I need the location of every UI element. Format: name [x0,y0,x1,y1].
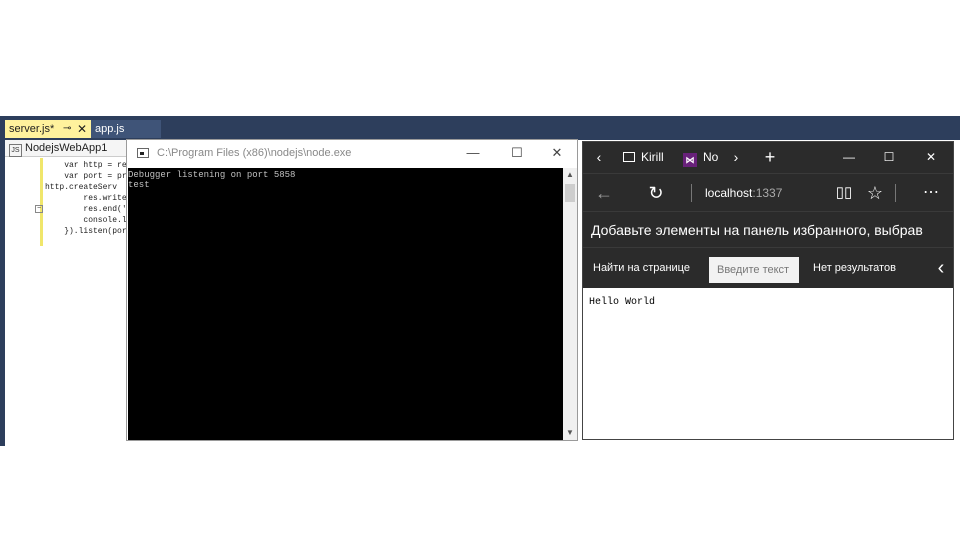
project-name: NodejsWebApp1 [25,142,108,154]
console-line: test [128,180,150,190]
minimize-button[interactable]: — [839,142,859,173]
close-tab-icon[interactable]: ✕ [77,120,87,138]
url-port: :1337 [752,186,783,200]
tab-label: server.js* [9,123,55,135]
project-dropdown[interactable]: JS NodejsWebApp1 [5,140,130,157]
close-button[interactable]: ✕ [547,144,567,162]
browser-tab-bar: ‹ Kirill ⋈ No › + — ☐ ✕ [583,142,953,173]
new-tab-button[interactable]: + [760,142,780,173]
favorite-star-icon[interactable]: ☆ [863,174,887,212]
address-bar: ← ↻ localhost:1337 ▯▯ ☆ ⋯ [583,173,953,211]
tabs-forward-icon[interactable]: › [728,142,744,173]
console-output[interactable]: Debugger listening on port 5858 test [128,168,564,440]
page-content: Hello World [583,288,953,439]
find-input[interactable] [709,257,799,283]
tab-kirill[interactable]: Kirill [623,142,664,173]
tab-app-js[interactable]: app.js [91,120,161,138]
find-result: Нет результатов [813,262,896,274]
collapse-icon[interactable]: − [35,205,43,213]
edge-browser-window[interactable]: ‹ Kirill ⋈ No › + — ☐ ✕ ← ↻ localhost:133… [582,141,954,440]
pin-icon[interactable]: ⊸ [63,120,71,138]
console-titlebar[interactable]: C:\Program Files (x86)\nodejs\node.exe —… [127,140,577,168]
find-label: Найти на странице [593,262,690,274]
more-menu-icon[interactable]: ⋯ [919,174,943,212]
divider [691,184,692,202]
back-arrow-icon[interactable]: ← [591,174,617,212]
tab-nodejs[interactable]: ⋈ No [683,142,718,173]
console-line: Debugger listening on port 5858 [128,170,296,180]
close-button[interactable]: ✕ [921,142,941,173]
url-host: localhost [705,186,753,200]
tab-page-icon [623,152,635,162]
maximize-button[interactable]: ☐ [879,142,899,173]
scroll-thumb[interactable] [565,184,575,202]
scroll-up-icon[interactable]: ▲ [563,168,577,182]
chevron-left-icon[interactable]: ‹ [929,248,953,289]
favorites-bar: Добавьте элементы на панель избранного, … [583,211,953,247]
maximize-button[interactable]: ☐ [507,144,527,162]
visual-studio-icon: ⋈ [683,153,697,167]
console-app-icon [137,148,149,158]
tab-label: app.js [95,123,125,135]
tabs-back-icon[interactable]: ‹ [589,142,609,173]
page-body-text: Hello World [589,297,656,308]
change-indicator-bar [40,158,43,246]
node-console-window[interactable]: C:\Program Files (x86)\nodejs\node.exe —… [126,139,578,441]
tab-label: No [703,150,719,164]
find-on-page-bar: Найти на странице Нет результатов ‹ [583,247,953,288]
minimize-button[interactable]: — [463,144,483,162]
refresh-icon[interactable]: ↻ [643,174,669,212]
url-field[interactable]: localhost:1337 [705,174,782,212]
divider [895,184,896,202]
console-title: C:\Program Files (x86)\nodejs\node.exe [157,147,352,159]
js-file-icon: JS [9,144,22,157]
tab-label: Kirill [641,150,664,164]
scroll-down-icon[interactable]: ▼ [563,426,577,440]
tab-server-js[interactable]: server.js* ⊸ ✕ [5,120,91,138]
reading-view-icon[interactable]: ▯▯ [833,174,855,212]
console-scrollbar[interactable]: ▲ ▼ [563,168,577,440]
